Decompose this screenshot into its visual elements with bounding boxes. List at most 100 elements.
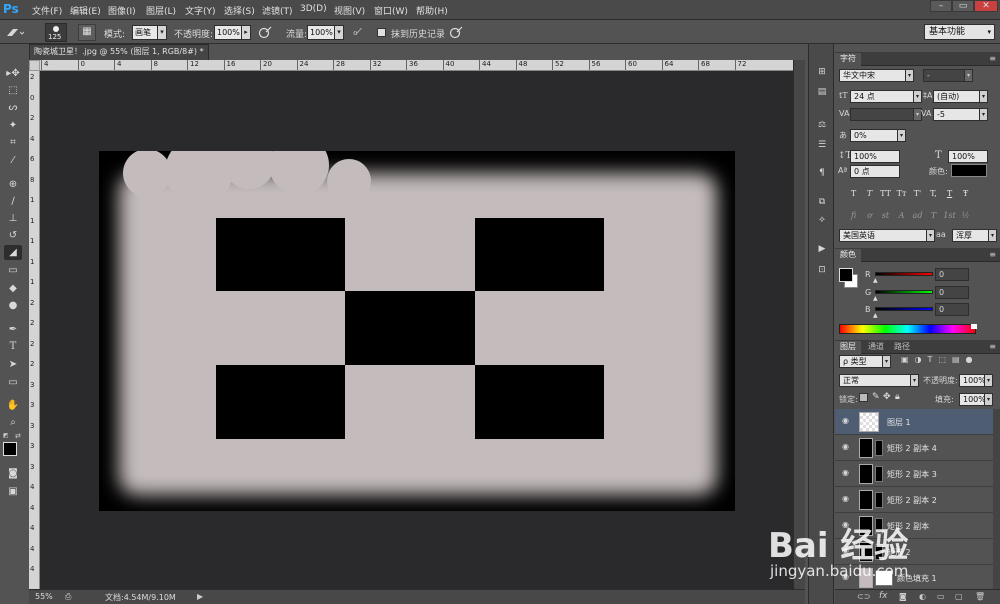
menu-window[interactable]: 窗口(W)	[374, 4, 408, 17]
swap-colors-icon[interactable]: ⇄	[15, 432, 23, 440]
blend-mode-select[interactable]: 正常	[839, 374, 911, 387]
menu-view[interactable]: 视图(V)	[334, 4, 365, 17]
lock-image-pixels-icon[interactable]: ✎	[872, 392, 880, 402]
eyedropper-tool-icon[interactable]: ⁄	[4, 153, 22, 168]
lock-transparent-pixels-icon[interactable]	[859, 393, 868, 402]
strikethrough-button[interactable]: Ŧ	[959, 187, 972, 200]
rectangle-tool-icon[interactable]: ▭	[4, 375, 22, 390]
add-mask-icon[interactable]: ◙	[899, 592, 907, 601]
chevron-down-icon[interactable]: ▾	[910, 374, 919, 387]
tab-character[interactable]: 字符	[835, 53, 861, 66]
document-tab[interactable]: 陶瓷城卫星！.jpg @ 55% (图层 1, RGB/8#) *	[29, 44, 209, 60]
mode-select[interactable]: 画笔	[132, 25, 158, 40]
tab-layers[interactable]: 图层	[835, 341, 861, 354]
layer-fill-input[interactable]: 100%	[959, 393, 985, 406]
text-color-swatch[interactable]	[951, 164, 987, 177]
link-layers-icon[interactable]: ⊂⊃	[857, 592, 870, 601]
green-value-input[interactable]: 0	[935, 286, 969, 299]
restore-button[interactable]: ▭	[952, 0, 974, 12]
baseline-shift-input[interactable]: 0 点	[850, 165, 900, 178]
visibility-eye-icon[interactable]: ◉	[842, 417, 852, 425]
timeline-panel-icon[interactable]: ▶	[816, 243, 828, 255]
layer-filter-select[interactable]: ρ 类型	[839, 355, 883, 368]
flow-input[interactable]: 100%	[307, 25, 335, 40]
close-button[interactable]: ✕	[974, 0, 998, 12]
ligature-button[interactable]: fi	[847, 209, 860, 222]
menu-select[interactable]: 选择(S)	[224, 4, 255, 17]
font-style-select[interactable]: -	[923, 69, 965, 82]
vertical-ruler[interactable]: 2 0 2 4 6 8 1 1 1 1 1 2 2 2 2 3 3 3 3 3 4 4 4 4 4	[29, 71, 40, 589]
brush-preset-picker[interactable]: 125	[45, 23, 67, 42]
airbrush-icon[interactable]: ℴ⁄	[353, 26, 369, 39]
healing-brush-tool-icon[interactable]: ⊕	[4, 177, 22, 192]
eraser-tool-icon[interactable]: ◢	[4, 245, 22, 260]
chevron-down-icon[interactable]: ▾	[926, 229, 935, 242]
zoom-tool-icon[interactable]: ⌕	[4, 415, 22, 430]
menu-layer[interactable]: 图层(L)	[146, 4, 176, 17]
new-group-icon[interactable]: ▭	[937, 592, 945, 601]
underline-button[interactable]: T	[943, 187, 956, 200]
chevron-down-icon[interactable]: ▾	[897, 129, 906, 142]
contextual-alternate-button[interactable]: ơ	[863, 209, 876, 222]
brush-panel-toggle-icon[interactable]: ▦	[78, 24, 96, 41]
faux-bold-button[interactable]: T	[847, 187, 860, 200]
minimize-button[interactable]: –	[930, 0, 952, 12]
panel-menu-icon[interactable]: ≡	[989, 54, 996, 63]
document-canvas[interactable]	[99, 151, 735, 511]
layer-row[interactable]: ◉ 矩形 2 副本 2	[835, 487, 993, 513]
horizontal-scale-input[interactable]: 100%	[948, 150, 988, 163]
ruler-origin[interactable]	[29, 60, 40, 71]
chevron-down-icon[interactable]: ▾	[979, 90, 988, 103]
lock-all-icon[interactable]: 🔒︎	[895, 392, 900, 402]
lasso-tool-icon[interactable]: ᔕ	[4, 100, 22, 115]
move-tool-icon[interactable]: ▸✥	[4, 66, 22, 81]
type-tool-icon[interactable]: T	[4, 339, 22, 354]
menu-image[interactable]: 图像(I)	[108, 4, 136, 17]
green-slider[interactable]	[875, 290, 933, 294]
chevron-down-icon[interactable]: ▾	[964, 69, 973, 82]
swash-button[interactable]: A	[895, 209, 908, 222]
fractions-button[interactable]: ½	[959, 209, 972, 222]
screen-mode-icon[interactable]: ▣	[4, 484, 22, 499]
opacity-dropdown-icon[interactable]: ▸	[241, 25, 251, 40]
zoom-level[interactable]: 55%	[35, 592, 53, 601]
chevron-down-icon[interactable]: ▾	[913, 90, 922, 103]
tab-paths[interactable]: 路径	[889, 341, 915, 354]
chevron-down-icon[interactable]: ▾	[984, 393, 993, 406]
crop-tool-icon[interactable]: ⌗	[4, 135, 22, 150]
color-spectrum-ramp[interactable]	[839, 324, 976, 334]
canvas-vertical-scrollbar[interactable]	[793, 60, 805, 589]
pen-tool-icon[interactable]: ✒	[4, 322, 22, 337]
menu-file[interactable]: 文件(F)	[32, 4, 62, 17]
chevron-down-icon[interactable]: ▾	[905, 69, 914, 82]
vertical-scale-input[interactable]: 100%	[850, 150, 900, 163]
blue-value-input[interactable]: 0	[935, 303, 969, 316]
titling-alternates-button[interactable]: T	[927, 209, 940, 222]
menu-help[interactable]: 帮助(H)	[416, 4, 448, 17]
erase-to-history-checkbox[interactable]	[377, 28, 386, 37]
tab-channels[interactable]: 通道	[863, 341, 889, 354]
kerning-input[interactable]	[850, 108, 914, 121]
pressure-size-icon[interactable]	[449, 26, 463, 39]
adjustments-panel-icon[interactable]: ⚖	[816, 119, 828, 131]
properties-panel-icon[interactable]: ☰	[816, 139, 828, 151]
opacity-input[interactable]: 100%	[214, 25, 242, 40]
all-caps-button[interactable]: TT	[879, 187, 892, 200]
tracking-input[interactable]: -5	[933, 108, 980, 121]
layers-scrollbar[interactable]	[993, 409, 1000, 589]
chevron-down-icon[interactable]: ▾	[984, 374, 993, 387]
new-layer-icon[interactable]: ▢	[955, 592, 963, 601]
magic-wand-tool-icon[interactable]: ✦	[4, 118, 22, 133]
workspace-select[interactable]: 基本功能 ▾	[924, 24, 995, 40]
tsume-input[interactable]: 0%	[850, 129, 898, 142]
white-swatch[interactable]	[971, 324, 977, 329]
path-selection-tool-icon[interactable]: ➤	[4, 357, 22, 372]
superscript-button[interactable]: T'	[911, 187, 924, 200]
layer-row[interactable]: ◉ 矩形 2 副本 4	[835, 435, 993, 461]
layer-row[interactable]: ◉ 矩形 2 副本 3	[835, 461, 993, 487]
visibility-eye-icon[interactable]: ◉	[842, 495, 852, 503]
antialias-select[interactable]: 浑厚	[952, 229, 989, 242]
history-brush-tool-icon[interactable]: ↺	[4, 228, 22, 243]
dodge-tool-icon[interactable]: ●	[4, 298, 22, 313]
marquee-tool-icon[interactable]: ⬚	[4, 83, 22, 98]
